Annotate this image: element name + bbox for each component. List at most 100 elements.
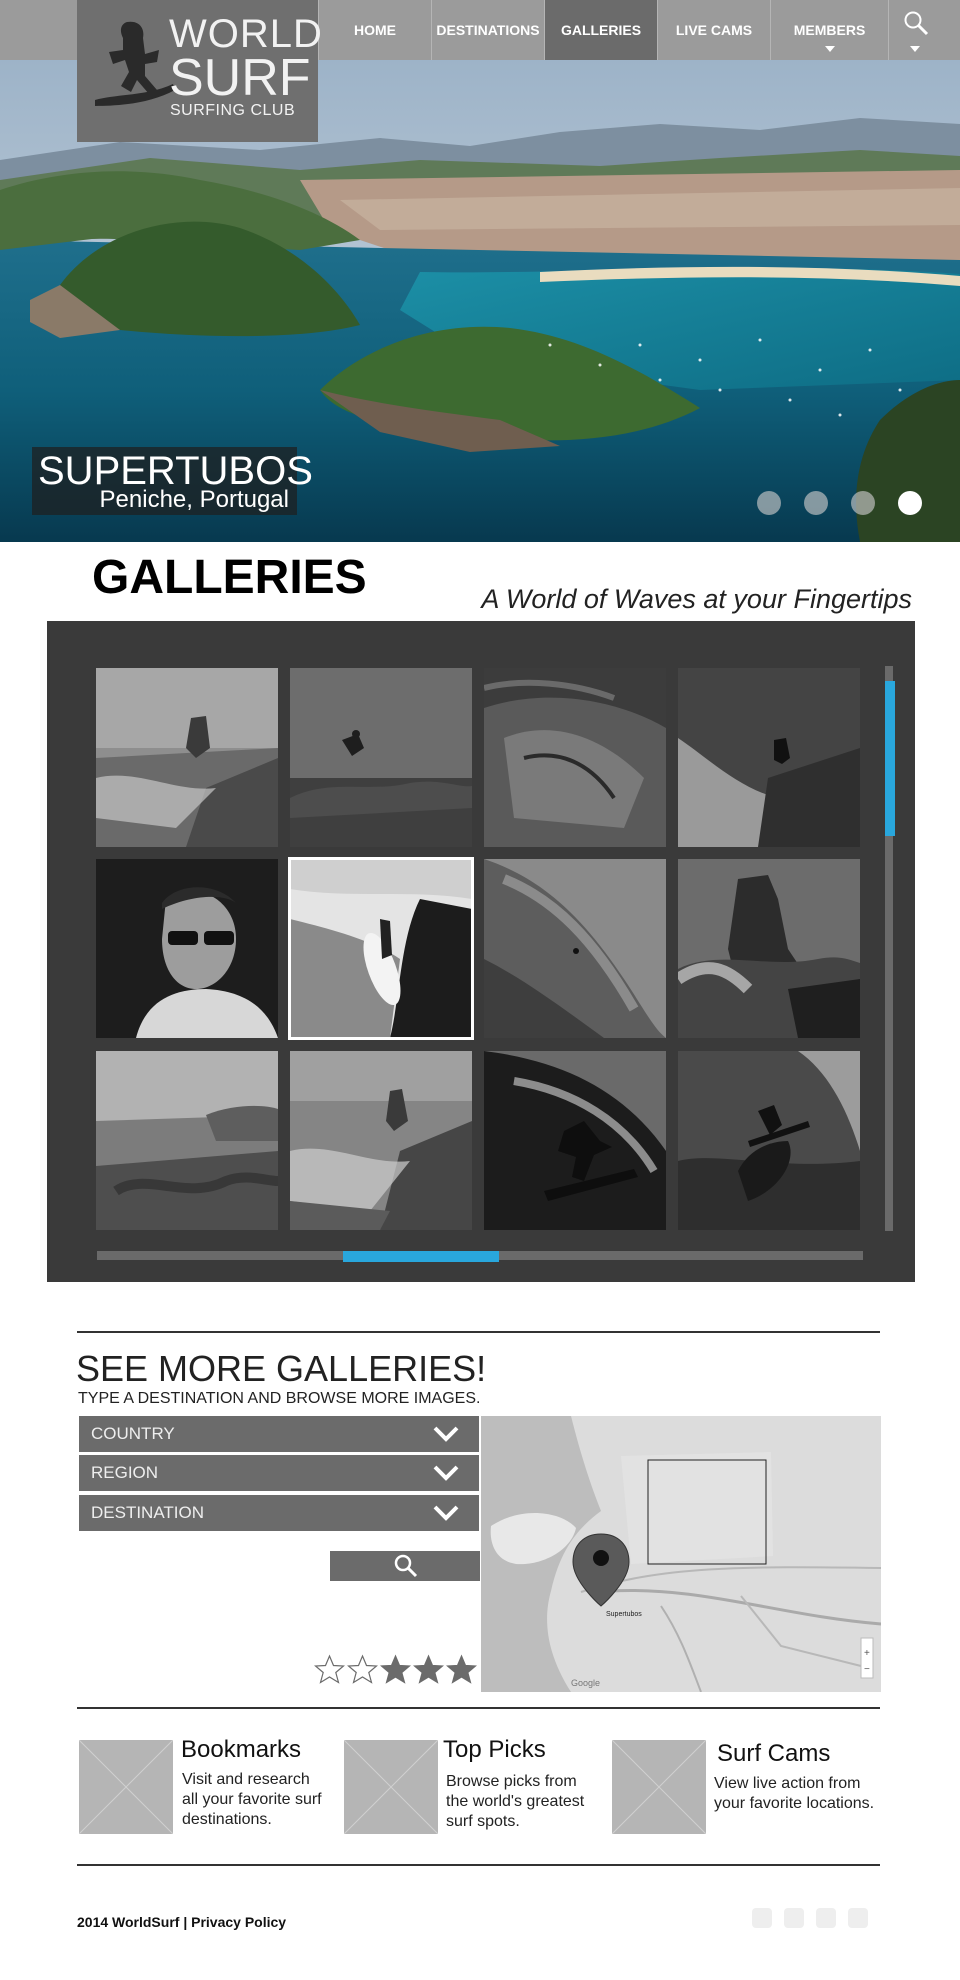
divider [77, 1864, 880, 1866]
tube-rider-icon [484, 1051, 666, 1230]
hero-caption: SUPERTUBOS Peniche, Portugal [32, 447, 313, 515]
zoom-in-icon[interactable]: + [864, 1648, 870, 1659]
main-nav: HOME DESTINATIONS GALLERIES LIVE CAMS ME… [318, 0, 940, 60]
gallery-thumb-4[interactable] [678, 668, 860, 847]
gallery-panel [47, 621, 915, 1282]
star-filled-icon[interactable] [380, 1654, 411, 1685]
select-label: COUNTRY [91, 1424, 175, 1443]
see-more-heading: SEE MORE GALLERIES! [76, 1348, 487, 1389]
surf-cams-description: View live action from your favorite loca… [714, 1774, 874, 1814]
rating-stars [314, 1654, 477, 1685]
gallery-thumb-7[interactable] [484, 859, 666, 1038]
surfer-logo-icon [95, 21, 175, 106]
nav-item-members[interactable]: MEMBERS [770, 0, 888, 60]
desc-line: View live action from [714, 1775, 861, 1792]
slide-dot-3[interactable] [851, 491, 875, 515]
divider [77, 1707, 880, 1709]
star-filled-icon[interactable] [413, 1654, 444, 1685]
search-icon [394, 1554, 418, 1578]
vertical-scrollbar-thumb[interactable] [885, 681, 895, 836]
surf-cams-image-placeholder [611, 1739, 707, 1835]
nav-label: HOME [354, 22, 396, 38]
desc-line: your favorite locations. [714, 1795, 875, 1812]
gallery-thumb-5[interactable] [96, 859, 278, 1038]
social-icon[interactable] [752, 1908, 772, 1928]
desc-line: all your favorite surf [182, 1791, 322, 1808]
footer-text[interactable]: 2014 WorldSurf | Privacy Policy [77, 1914, 286, 1930]
nav-item-live-cams[interactable]: LIVE CAMS [657, 0, 770, 60]
star-filled-icon[interactable] [446, 1654, 477, 1685]
rocky-surf-icon [290, 1051, 472, 1230]
nav-label: LIVE CAMS [675, 22, 753, 38]
chevron-down-icon [824, 46, 835, 52]
location-map[interactable]: Supertubos Google + − [481, 1416, 881, 1692]
hero-location: Peniche, Portugal [99, 486, 289, 513]
gallery-thumb-3[interactable] [484, 668, 666, 847]
see-more-subtitle: TYPE A DESTINATION AND BROWSE MORE IMAGE… [78, 1390, 481, 1407]
social-icon[interactable] [816, 1908, 836, 1928]
social-links [752, 1908, 868, 1928]
social-icon[interactable] [784, 1908, 804, 1928]
surfer-air-icon [290, 668, 472, 847]
map-view: Supertubos Google + − [481, 1416, 881, 1692]
brand-tagline: SURFING CLUB [170, 102, 296, 119]
select-label: REGION [91, 1463, 159, 1482]
image-placeholder-icon [343, 1739, 439, 1835]
slide-dot-4[interactable] [898, 491, 922, 515]
brand-line-2: SURF [169, 49, 311, 107]
zoom-out-icon[interactable]: − [864, 1664, 870, 1675]
portrait-icon [96, 859, 278, 1038]
galleries-tagline: A World of Waves at your Fingertips [481, 584, 912, 614]
image-placeholder-icon [611, 1739, 707, 1835]
nav-item-galleries[interactable]: GALLERIES [544, 0, 657, 60]
nav-item-home[interactable]: HOME [318, 0, 431, 60]
search-icon [904, 11, 929, 36]
gallery-thumb-12[interactable] [678, 1051, 860, 1230]
chevron-down-icon [433, 1505, 459, 1521]
gallery-thumb-9[interactable] [96, 1051, 278, 1230]
slide-dot-2[interactable] [804, 491, 828, 515]
star-outline-icon[interactable] [347, 1654, 378, 1685]
gallery-thumb-8[interactable] [678, 859, 860, 1038]
desc-line: Browse picks from [446, 1773, 577, 1790]
gallery-search-button[interactable] [330, 1551, 480, 1581]
star-outline-icon[interactable] [314, 1654, 345, 1685]
gallery-thumb-10[interactable] [290, 1051, 472, 1230]
region-select[interactable]: REGION [79, 1455, 479, 1491]
gallery-thumb-1[interactable] [96, 668, 278, 847]
nav-search-button[interactable] [888, 0, 940, 60]
sea-stack-icon [678, 859, 860, 1038]
gallery-thumb-2[interactable] [290, 668, 472, 847]
surfer-shore-icon [290, 859, 472, 1038]
brand-line-1: WORLD [169, 12, 323, 56]
country-select[interactable]: COUNTRY [79, 1416, 479, 1452]
slide-dot-1[interactable] [757, 491, 781, 515]
galleries-heading: GALLERIES [92, 551, 367, 604]
top-picks-title[interactable]: Top Picks [443, 1736, 546, 1764]
divider [77, 1331, 880, 1333]
gallery-thumb-11[interactable] [484, 1051, 666, 1230]
desc-line: destinations. [182, 1811, 272, 1828]
map-pin-label: Supertubos [606, 1611, 642, 1618]
horizontal-scrollbar-thumb[interactable] [343, 1251, 499, 1262]
bookmarks-title[interactable]: Bookmarks [181, 1736, 301, 1764]
site-logo[interactable]: WORLD SURF SURFING CLUB [77, 0, 322, 142]
top-picks-description: Browse picks from the world's greatest s… [446, 1772, 584, 1832]
big-wave-icon [484, 859, 666, 1038]
top-picks-image-placeholder [343, 1739, 439, 1835]
desc-line: the world's greatest [446, 1793, 585, 1810]
destination-select[interactable]: DESTINATION [79, 1495, 479, 1531]
map-attribution: Google [571, 1678, 600, 1688]
image-placeholder-icon [78, 1739, 174, 1835]
gallery-thumb-6[interactable] [288, 857, 474, 1040]
nav-label: DESTINATIONS [436, 22, 540, 38]
surfer-spray-icon [678, 668, 860, 847]
chevron-down-icon [909, 46, 920, 52]
desc-line: surf spots. [446, 1813, 520, 1830]
bookmarks-image-placeholder [78, 1739, 174, 1835]
select-label: DESTINATION [91, 1503, 205, 1522]
social-icon[interactable] [848, 1908, 868, 1928]
nav-label: MEMBERS [793, 22, 866, 38]
surf-cams-title[interactable]: Surf Cams [717, 1740, 830, 1768]
nav-item-destinations[interactable]: DESTINATIONS [431, 0, 544, 60]
